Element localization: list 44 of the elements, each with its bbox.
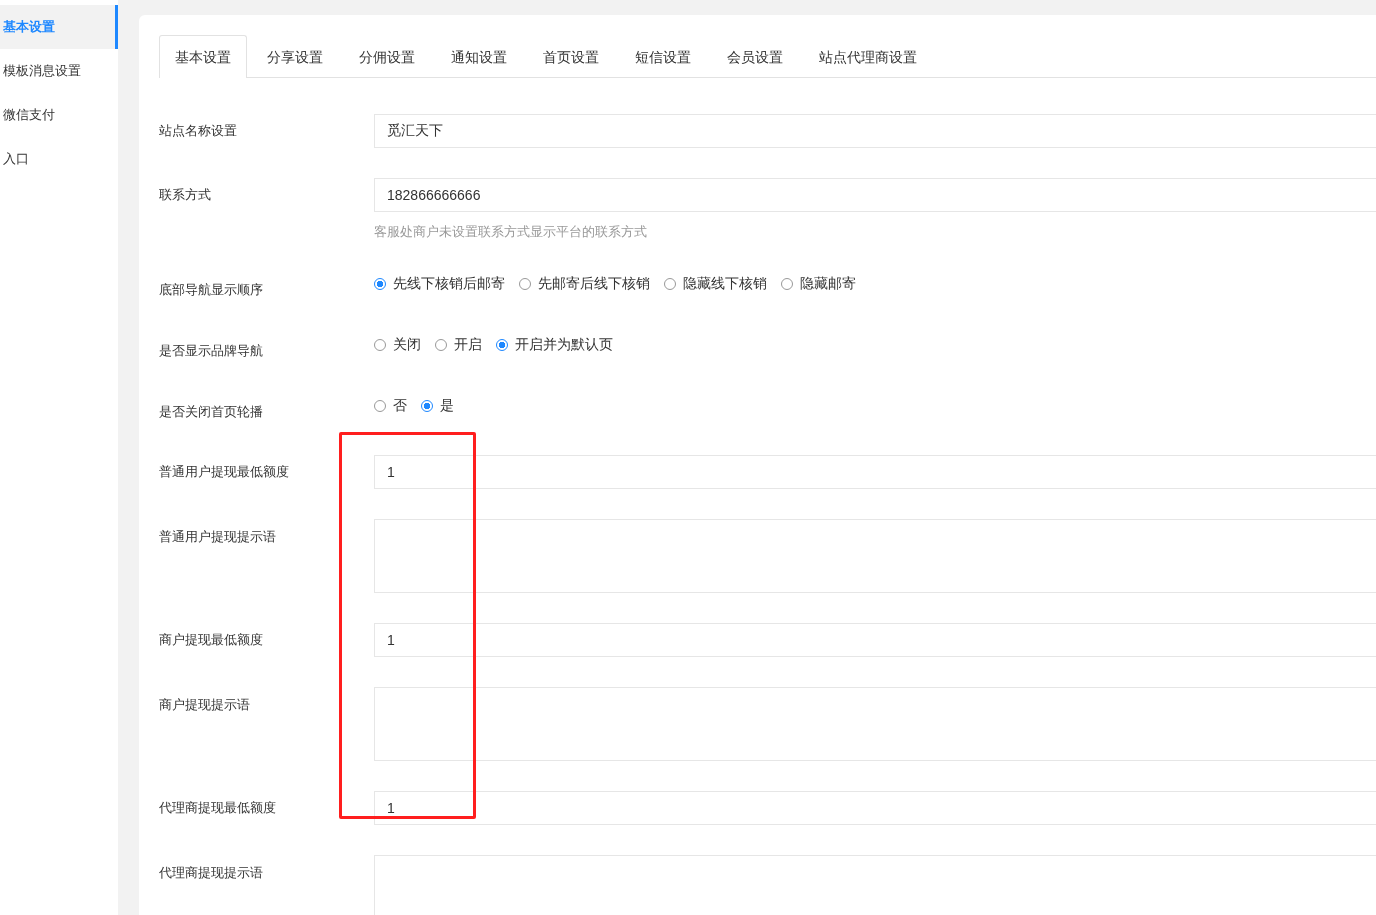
input-field[interactable]: 182866666666 bbox=[374, 178, 1376, 212]
radio-button[interactable] bbox=[374, 400, 386, 412]
radio-label: 是 bbox=[440, 397, 454, 415]
radio-option[interactable]: 是 bbox=[421, 397, 454, 415]
field-label: 站点名称设置 bbox=[159, 122, 238, 140]
field-label: 代理商提现最低额度 bbox=[159, 799, 277, 817]
radio-label: 关闭 bbox=[393, 336, 421, 354]
field-label: 普通用户提现提示语 bbox=[159, 528, 277, 546]
field-label: 商户提现最低额度 bbox=[159, 631, 264, 649]
radio-button[interactable] bbox=[519, 278, 531, 290]
field-label: 是否关闭首页轮播 bbox=[159, 403, 264, 421]
input-field[interactable]: 1 bbox=[374, 455, 1376, 489]
field-label: 代理商提现提示语 bbox=[159, 864, 264, 882]
radio-option[interactable]: 隐藏线下核销 bbox=[664, 275, 767, 293]
input-field[interactable]: 1 bbox=[374, 623, 1376, 657]
sidebar-item[interactable]: 入口 bbox=[0, 137, 118, 181]
field-label: 商户提现提示语 bbox=[159, 696, 251, 714]
field-label: 是否显示品牌导航 bbox=[159, 342, 264, 360]
radio-label: 开启并为默认页 bbox=[515, 336, 613, 354]
tab[interactable]: 基本设置 bbox=[159, 35, 247, 78]
sidebar-item[interactable]: 模板消息设置 bbox=[0, 49, 118, 93]
radio-button[interactable] bbox=[496, 339, 508, 351]
input-field[interactable]: 1 bbox=[374, 791, 1376, 825]
radio-option[interactable]: 关闭 bbox=[374, 336, 421, 354]
sidebar-item[interactable]: 微信支付 bbox=[0, 93, 118, 137]
field-label: 普通用户提现最低额度 bbox=[159, 463, 290, 481]
radio-button[interactable] bbox=[435, 339, 447, 351]
radio-option[interactable]: 开启 bbox=[435, 336, 482, 354]
field-label: 联系方式 bbox=[159, 186, 212, 204]
radio-button[interactable] bbox=[781, 278, 793, 290]
hint-text: 客服处商户未设置联系方式显示平台的联系方式 bbox=[374, 223, 648, 241]
radio-button[interactable] bbox=[374, 278, 386, 290]
radio-button[interactable] bbox=[374, 339, 386, 351]
radio-label: 开启 bbox=[454, 336, 482, 354]
radio-label: 隐藏邮寄 bbox=[800, 275, 856, 293]
radio-label: 隐藏线下核销 bbox=[683, 275, 767, 293]
radio-option[interactable]: 否 bbox=[374, 397, 407, 415]
radio-option[interactable]: 开启并为默认页 bbox=[496, 336, 613, 354]
radio-option[interactable]: 隐藏邮寄 bbox=[781, 275, 856, 293]
radio-label: 否 bbox=[393, 397, 407, 415]
radio-button[interactable] bbox=[421, 400, 433, 412]
input-field[interactable]: 觅汇天下 bbox=[374, 114, 1376, 148]
field-label: 底部导航显示顺序 bbox=[159, 281, 264, 299]
radio-button[interactable] bbox=[664, 278, 676, 290]
